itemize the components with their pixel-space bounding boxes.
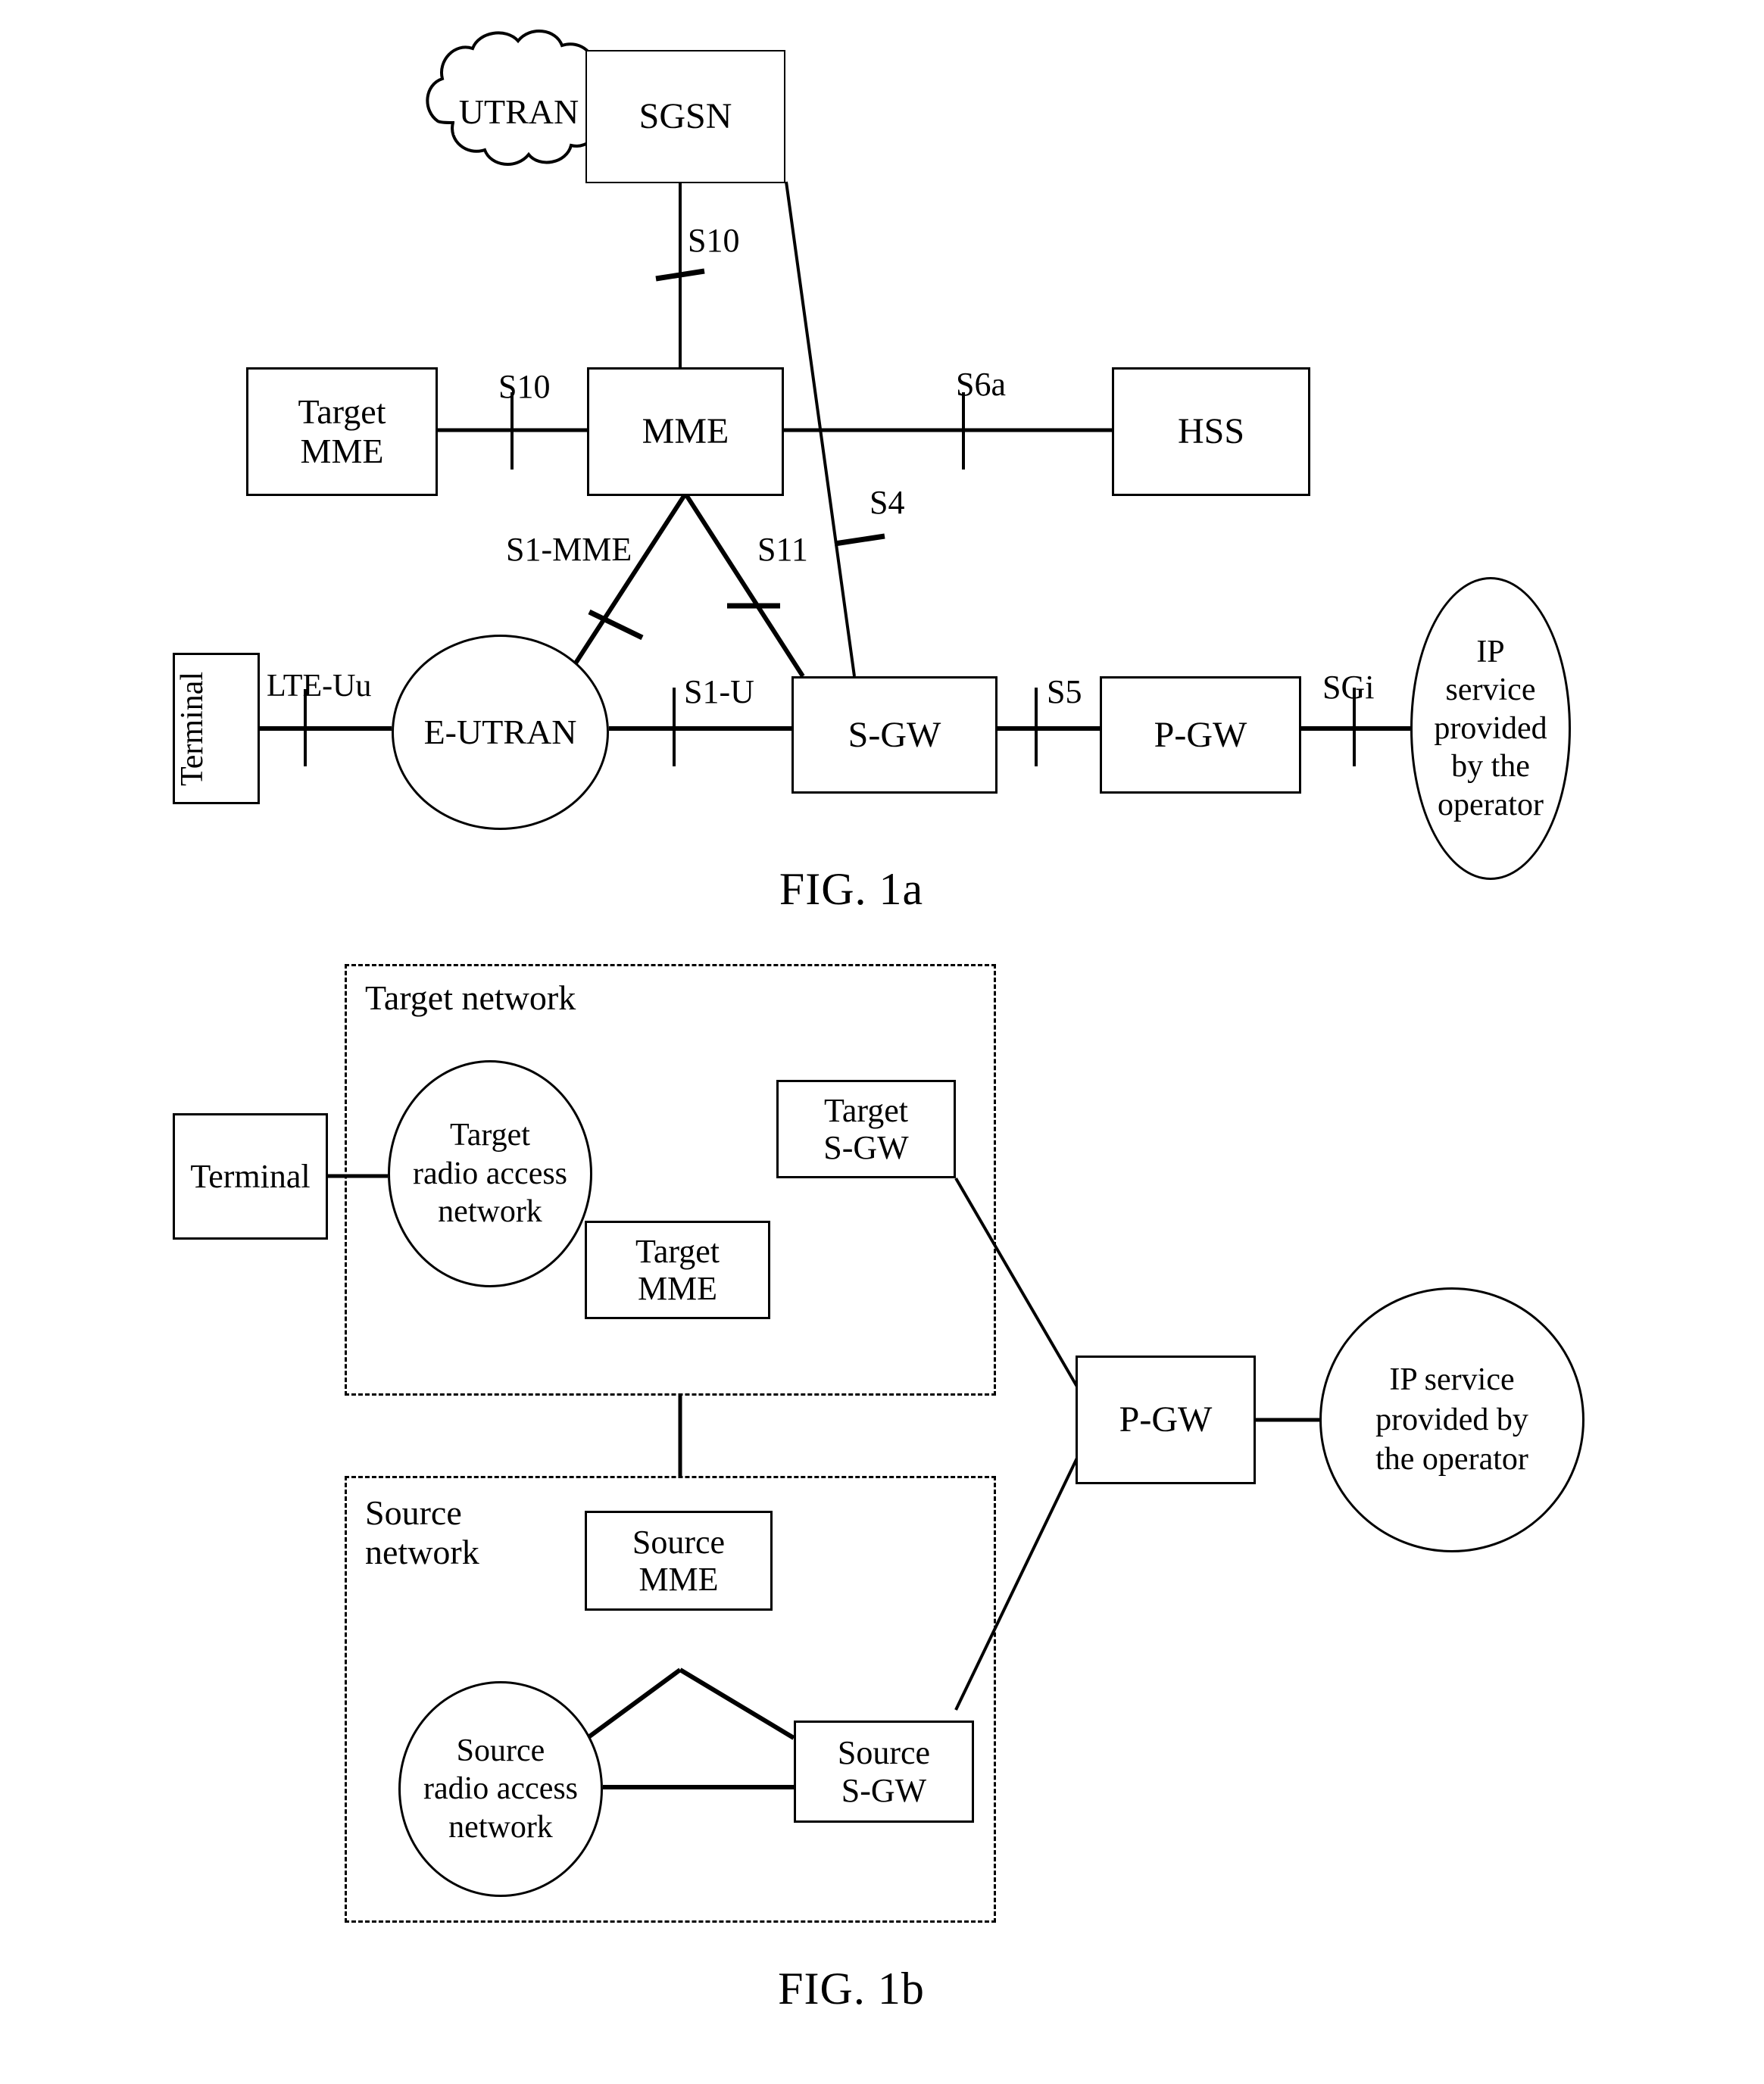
link-sgsn-sgw <box>785 181 856 677</box>
terminal-node-1a: Terminal <box>173 653 260 804</box>
hss-node: HSS <box>1112 367 1310 496</box>
sgsn-label: SGSN <box>638 96 732 137</box>
figure-caption-1a: FIG. 1a <box>779 864 924 914</box>
sgw-label: S-GW <box>848 714 941 755</box>
interface-label-sgi: SGi <box>1322 669 1375 706</box>
eutran-label: E-UTRAN <box>423 713 577 752</box>
target-ran-label: Target radio access network <box>412 1118 568 1230</box>
terminal-node-1b: Terminal <box>173 1113 328 1240</box>
ip-service-label-1b: IP service provided by the operator <box>1375 1362 1528 1477</box>
interface-label-s5: S5 <box>1047 673 1082 710</box>
utran-cloud-label: UTRAN <box>454 89 583 135</box>
ip-service-label-1a: IP service provided by the operator <box>1434 635 1547 822</box>
source-mme-label: Source MME <box>632 1523 726 1598</box>
hss-label: HSS <box>1177 411 1245 452</box>
link-mme-sgw <box>683 492 805 678</box>
terminal-label-1a: Terminal <box>175 671 210 786</box>
figure-caption-1b: FIG. 1b <box>778 1964 925 2014</box>
interface-label-lte-uu: LTE-Uu <box>267 669 372 704</box>
ip-service-node-1b: IP service provided by the operator <box>1319 1287 1584 1552</box>
interface-label-s1-u: S1-U <box>684 673 754 710</box>
sgw-node: S-GW <box>791 676 998 794</box>
source-ran-node: Source radio access network <box>398 1681 603 1897</box>
pgw-node-1a: P-GW <box>1100 676 1301 794</box>
target-mme-node-1b: Target MME <box>585 1221 770 1319</box>
target-mme-label: Target MME <box>298 392 386 470</box>
tick-sgsn-sgw <box>834 533 885 547</box>
terminal-label-1b: Terminal <box>190 1157 311 1195</box>
ip-service-node-1a: IP service provided by the operator <box>1410 577 1571 880</box>
link-mme-eutran <box>567 492 688 674</box>
pgw-node-1b: P-GW <box>1076 1356 1256 1484</box>
mme-node: MME <box>587 367 784 496</box>
tick-mme-eutran <box>588 609 644 641</box>
source-sgw-node: Source S-GW <box>794 1721 974 1823</box>
source-sgw-label: Source S-GW <box>837 1734 931 1809</box>
interface-label-s11: S11 <box>757 531 808 568</box>
sgsn-node: SGSN <box>587 51 784 182</box>
source-mme-node: Source MME <box>585 1511 773 1611</box>
target-network-label: Target network <box>365 978 576 1017</box>
utran-text: UTRAN <box>458 92 579 132</box>
pgw-label-1a: P-GW <box>1154 714 1247 755</box>
mme-label: MME <box>642 411 729 452</box>
target-mme-node: Target MME <box>246 367 438 496</box>
source-ran-label: Source radio access network <box>423 1733 579 1845</box>
target-ran-node: Target radio access network <box>388 1060 592 1287</box>
target-sgw-node: Target S-GW <box>776 1080 956 1178</box>
interface-label-s10-targetmme-mme: S10 <box>498 368 551 405</box>
patent-figure-page: UTRAN SGSN Target MME MME HSS Terminal E… <box>0 0 1764 2084</box>
eutran-node: E-UTRAN <box>392 635 609 830</box>
interface-label-s6a: S6a <box>956 366 1006 403</box>
interface-label-s10-sgsn-mme: S10 <box>688 222 740 259</box>
interface-label-s4: S4 <box>870 484 905 521</box>
source-network-label: Source network <box>365 1493 479 1571</box>
target-sgw-label: Target S-GW <box>823 1091 909 1166</box>
pgw-label-1b: P-GW <box>1119 1399 1213 1440</box>
target-mme-label-1b: Target MME <box>635 1232 720 1307</box>
interface-label-s1-mme: S1-MME <box>506 531 632 568</box>
tick-sgsn-mme <box>655 268 705 282</box>
